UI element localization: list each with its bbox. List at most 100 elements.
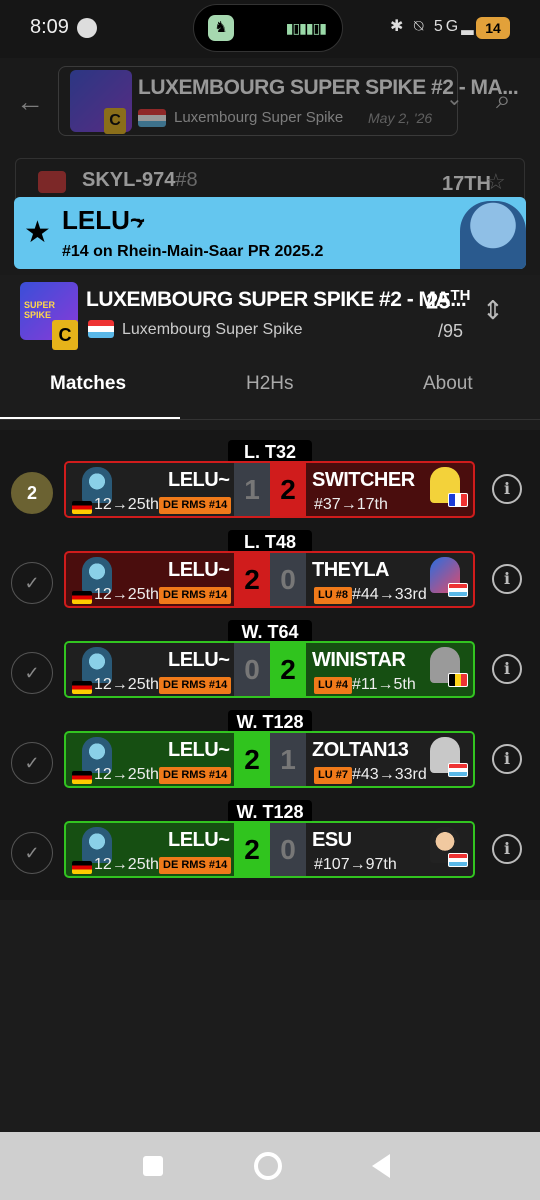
- match-card[interactable]: LELU~ 12→25th DE RMS #14 2 1 ZOLTAN13 LU…: [64, 731, 475, 788]
- spotify-icon: [77, 18, 97, 38]
- player-score: 1: [234, 463, 270, 516]
- audio-wave-icon: ▮▯▮▮▯▮: [285, 20, 327, 36]
- match-card[interactable]: LELU~ 12→25th DE RMS #14 0 2 WINISTAR LU…: [64, 641, 475, 698]
- opponent-seed: #44→33rd: [352, 586, 427, 603]
- match-row[interactable]: L. T48 ✓ LELU~ 12→25th DE RMS #14 2 0 TH…: [0, 524, 540, 612]
- clock: 8:09: [30, 16, 69, 38]
- player-banner[interactable]: ★ LELU~ › #14 on Rhein-Main-Saar PR 2025…: [14, 197, 526, 269]
- opponent-rank-badge: LU #7: [314, 767, 352, 784]
- character-icon: [38, 171, 66, 193]
- opponent-seed: #43→33rd: [352, 766, 427, 783]
- dynamic-island[interactable]: ♞ ▮▯▮▮▯▮: [193, 4, 343, 52]
- player-seed: 12→25th: [94, 676, 159, 693]
- character-portrait: [460, 201, 526, 269]
- belgium-flag-icon: [448, 673, 468, 687]
- system-nav-bar: [0, 1132, 540, 1200]
- status-bar: 8:09 ♞ ▮▯▮▮▯▮ ✱ ⍉ 5G▂▄▆ 14: [0, 0, 540, 58]
- back-button[interactable]: [372, 1154, 390, 1178]
- opponent-score: 1: [270, 733, 306, 786]
- info-icon[interactable]: i: [492, 834, 522, 864]
- germany-flag-icon: [72, 771, 92, 784]
- event-series: Luxembourg Super Spike: [122, 321, 303, 338]
- tab-h2hs[interactable]: H2Hs: [246, 373, 294, 395]
- check-icon: ✓: [11, 562, 53, 604]
- player-rank-badge: DE RMS #14: [159, 677, 232, 694]
- search-icon[interactable]: ⌕: [496, 84, 511, 116]
- recents-button[interactable]: [143, 1156, 163, 1176]
- info-icon[interactable]: i: [492, 474, 522, 504]
- home-button[interactable]: [254, 1152, 282, 1180]
- opponent-rank-badge: LU #8: [314, 587, 352, 604]
- player-score: 2: [234, 733, 270, 786]
- app-icon: ♞: [208, 15, 234, 41]
- tab-matches[interactable]: Matches: [50, 373, 126, 395]
- loss-count: 2: [11, 472, 53, 514]
- player-seed: 12→25th: [94, 496, 159, 513]
- player-name: LELU~: [168, 649, 230, 671]
- player-name: LELU~: [168, 559, 230, 581]
- player-name: LELU~: [168, 469, 230, 491]
- match-row[interactable]: W. T128 ✓ LELU~ 12→25th DE RMS #14 2 1 Z…: [0, 704, 540, 792]
- luxembourg-flag-icon: [88, 320, 114, 338]
- tab-about[interactable]: About: [423, 373, 473, 395]
- match-row[interactable]: W. T64 ✓ LELU~ 12→25th DE RMS #14 0 2 WI…: [0, 614, 540, 702]
- match-row[interactable]: L. T32 2 LELU~ 12→25th DE RMS #14 1 2 SW…: [0, 434, 540, 522]
- tab-bar: Matches H2Hs About: [0, 355, 540, 420]
- luxembourg-flag-icon: [138, 109, 166, 127]
- opponent-score: 2: [270, 463, 306, 516]
- opponent-seed: #11→5th: [352, 676, 416, 693]
- luxembourg-flag-icon: [448, 583, 468, 597]
- opponent-score: 2: [270, 643, 306, 696]
- player-rank-badge: DE RMS #14: [159, 497, 232, 514]
- match-card[interactable]: LELU~ 12→25th DE RMS #14 2 0 THEYLA LU #…: [64, 551, 475, 608]
- player-score: 2: [234, 823, 270, 876]
- tournament-series: Luxembourg Super Spike: [174, 109, 344, 126]
- tournament-logo: C: [70, 70, 132, 134]
- opponent-name: SWITCHER: [312, 469, 415, 491]
- star-outline-icon[interactable]: ☆: [486, 169, 506, 195]
- chevron-down-icon[interactable]: ⌄: [446, 86, 463, 111]
- opponent-name: ZOLTAN13: [312, 739, 409, 761]
- divider: [0, 419, 540, 420]
- player-seed: 12→25th: [94, 856, 159, 873]
- opponent-rank-badge: LU #4: [314, 677, 352, 694]
- opponent-seed: #107→97th: [314, 856, 397, 873]
- network-label: 5G: [433, 18, 462, 35]
- logo-text: SUPER SPIKE: [24, 300, 56, 320]
- player-rank-badge: DE RMS #14: [159, 767, 232, 784]
- player-name: SKYL-974#8: [82, 169, 198, 191]
- info-icon[interactable]: i: [492, 654, 522, 684]
- back-arrow-icon[interactable]: ←: [16, 86, 44, 118]
- germany-flag-icon: [72, 501, 92, 514]
- player-rank-badge: DE RMS #14: [159, 587, 232, 604]
- tier-badge: C: [52, 320, 78, 350]
- germany-flag-icon: [72, 591, 92, 604]
- info-icon[interactable]: i: [492, 744, 522, 774]
- player-ranking: #14 on Rhein-Main-Saar PR 2025.2: [62, 243, 324, 260]
- final-placement: 25TH: [426, 287, 471, 314]
- player-name: LELU~: [168, 829, 230, 851]
- player-name: LELU~: [168, 739, 230, 761]
- opponent-name: THEYLA: [312, 559, 390, 581]
- match-list: L. T32 2 LELU~ 12→25th DE RMS #14 1 2 SW…: [0, 430, 540, 900]
- opponent-score: 0: [270, 553, 306, 606]
- match-card[interactable]: LELU~ 12→25th DE RMS #14 2 0 ESU #107→97…: [64, 821, 475, 878]
- battery-icon: 14: [476, 17, 510, 39]
- chevron-right-icon: ›: [136, 209, 144, 234]
- check-icon: ✓: [11, 832, 53, 874]
- check-icon: ✓: [11, 742, 53, 784]
- player-seed: 12→25th: [94, 586, 159, 603]
- match-card[interactable]: LELU~ 12→25th DE RMS #14 1 2 SWITCHER #3…: [64, 461, 475, 518]
- expand-icon[interactable]: ⇕: [482, 295, 504, 326]
- match-row[interactable]: W. T128 ✓ LELU~ 12→25th DE RMS #14 2 0 E…: [0, 794, 540, 882]
- player-seed: 12→25th: [94, 766, 159, 783]
- opponent-score: 0: [270, 823, 306, 876]
- placement: 17TH: [442, 173, 491, 195]
- france-flag-icon: [448, 493, 468, 507]
- player-name: LELU~: [62, 205, 146, 235]
- luxembourg-flag-icon: [448, 853, 468, 867]
- tournament-logo: SUPER SPIKE C: [20, 282, 78, 350]
- star-filled-icon[interactable]: ★: [24, 215, 51, 250]
- player-rank-badge: DE RMS #14: [159, 857, 232, 874]
- info-icon[interactable]: i: [492, 564, 522, 594]
